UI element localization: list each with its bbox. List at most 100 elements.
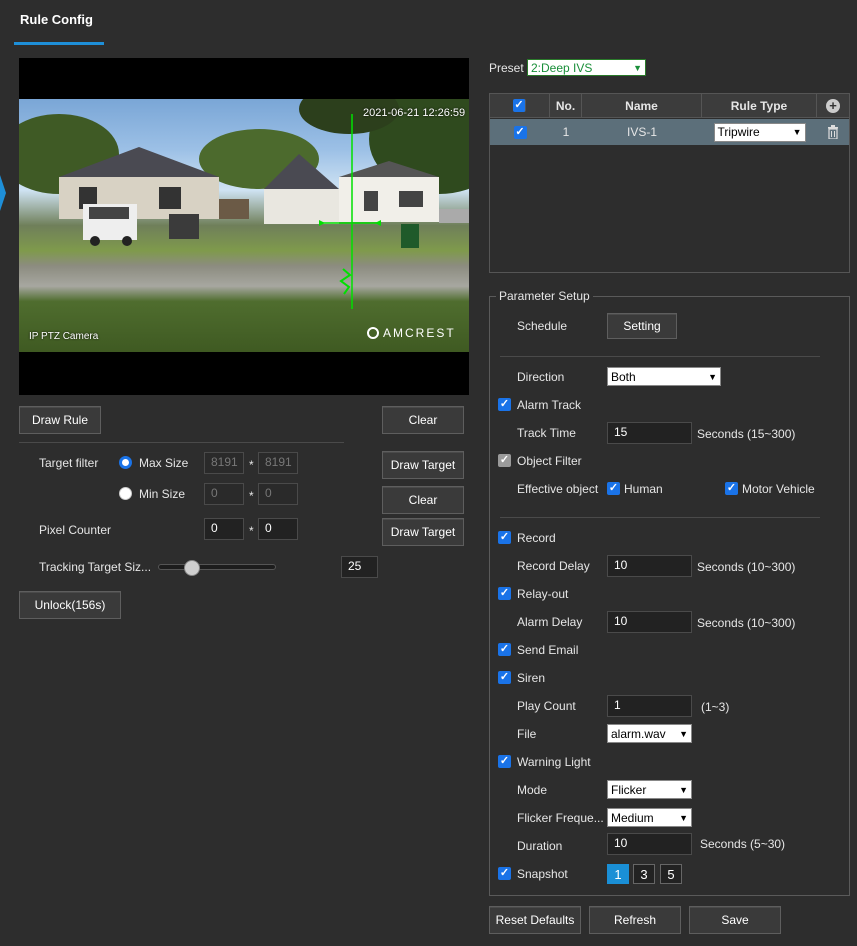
object-filter-label: Object Filter [517,454,582,468]
play-count-hint: (1~3) [701,700,730,714]
save-button[interactable]: Save [689,906,781,934]
parameter-setup-legend: Parameter Setup [496,289,593,303]
sidebar-collapse-arrow[interactable] [0,175,6,211]
warning-light-checkbox[interactable]: ✓ [498,755,511,768]
warning-light-label: Warning Light [517,755,591,769]
row-delete-cell [817,119,849,145]
chevron-down-icon: ▼ [708,371,717,382]
times-sign: * [249,489,254,503]
watermark-text: AMCREST [383,326,456,340]
direction-value: Both [611,369,636,384]
reset-defaults-button[interactable]: Reset Defaults [489,906,581,934]
track-time-label: Track Time [517,426,576,440]
snapshot-option-5[interactable]: 5 [660,864,682,884]
min-size-radio[interactable] [119,487,132,500]
snapshot-option-3[interactable]: 3 [633,864,655,884]
draw-target-button-2[interactable]: Draw Target [382,518,464,546]
duration-input[interactable]: 10 [607,833,692,855]
alarm-track-checkbox[interactable]: ✓ [498,398,511,411]
record-delay-input[interactable]: 10 [607,555,692,577]
snapshot-option-1[interactable]: 1 [607,864,629,884]
slider-handle[interactable] [184,560,200,576]
snapshot-checkbox[interactable]: ✓ [498,867,511,880]
direction-select[interactable]: Both ▼ [607,367,721,386]
times-sign: * [249,524,254,538]
pixel-width-input[interactable]: 0 [204,518,244,540]
preset-select[interactable]: 2:Deep IVS ▼ [527,59,646,76]
record-checkbox[interactable]: ✓ [498,531,511,544]
max-size-label: Max Size [139,456,189,470]
trash-icon[interactable] [827,125,839,139]
draw-target-button[interactable]: Draw Target [382,451,464,479]
relay-out-checkbox[interactable]: ✓ [498,587,511,600]
min-size-label: Min Size [139,487,186,501]
refresh-button[interactable]: Refresh [589,906,681,934]
table-row[interactable]: ✓ 1 IVS-1 Tripwire ▼ [490,119,849,145]
add-rule-icon[interactable]: + [826,98,840,113]
chevron-down-icon: ▼ [792,127,802,137]
tracking-size-input[interactable]: 25 [341,556,378,578]
clear-rule-button[interactable]: Clear [382,406,464,434]
select-all-cell: ✓ [490,94,550,117]
max-width-input[interactable]: 8191 [204,452,244,474]
times-sign: * [249,458,254,472]
snapshot-label: Snapshot [517,867,568,881]
row-checkbox[interactable]: ✓ [513,125,527,139]
chevron-down-icon: ▼ [679,812,688,823]
mode-select[interactable]: Flicker ▼ [607,780,692,799]
table-header: ✓ No. Name Rule Type + [490,94,849,118]
duration-label: Duration [517,839,563,853]
relay-out-label: Relay-out [517,587,569,601]
siren-checkbox[interactable]: ✓ [498,671,511,684]
human-checkbox[interactable]: ✓ [607,482,620,495]
divider [500,356,820,357]
rule-type-value: Tripwire [717,125,760,139]
chevron-down-icon: ▼ [679,728,688,739]
row-no: 1 [562,125,570,139]
track-time-input[interactable]: 15 [607,422,692,444]
rule-type-select[interactable]: Tripwire ▼ [713,122,806,142]
tracking-size-slider[interactable] [158,560,276,576]
motor-vehicle-checkbox[interactable]: ✓ [725,482,738,495]
tab-rule-config[interactable]: Rule Config [20,12,93,27]
pixel-counter-label: Pixel Counter [39,523,112,537]
alarm-delay-label: Alarm Delay [517,615,583,629]
select-all-checkbox[interactable]: ✓ [513,99,526,112]
preset-value: 2:Deep IVS [531,60,593,75]
record-delay-hint: Seconds (10~300) [697,560,796,574]
row-type-cell: Tripwire ▼ [702,119,817,145]
min-width-input[interactable]: 0 [204,483,244,505]
tracking-target-label: Tracking Target Siz... [39,560,152,574]
max-size-radio[interactable] [119,456,132,469]
video-timestamp: 2021-06-21 12:26:59 [363,107,466,119]
pixel-height-input[interactable]: 0 [258,518,298,540]
play-count-label: Play Count [517,699,576,713]
record-delay-label: Record Delay [517,559,590,573]
video-preview[interactable]: 2021-06-21 12:26:59 IP PTZ Camera AMCRES… [19,58,469,395]
header-no: No. [550,94,582,117]
camera-scene: 2021-06-21 12:26:59 IP PTZ Camera AMCRES… [19,99,469,352]
flicker-frequency-select[interactable]: Medium ▼ [607,808,692,827]
chevron-down-icon: ▼ [633,62,642,73]
add-rule-cell: + [817,94,849,117]
rules-table: ✓ No. Name Rule Type + ✓ 1 IVS-1 Tripwir… [489,93,850,273]
chevron-down-icon: ▼ [679,784,688,795]
send-email-checkbox[interactable]: ✓ [498,643,511,656]
flicker-frequency-value: Medium [611,810,654,825]
unlock-button[interactable]: Unlock(156s) [19,591,121,619]
play-count-input[interactable]: 1 [607,695,692,717]
clear-target-button[interactable]: Clear [382,486,464,514]
schedule-setting-button[interactable]: Setting [607,313,677,339]
alarm-delay-hint: Seconds (10~300) [697,616,796,630]
alarm-delay-input[interactable]: 10 [607,611,692,633]
header-name: Name [582,94,702,117]
file-select[interactable]: alarm.wav ▼ [607,724,692,743]
object-filter-checkbox[interactable]: ✓ [498,454,511,467]
row-checkbox-cell: ✓ [490,119,550,145]
max-height-input[interactable]: 8191 [258,452,298,474]
schedule-label: Schedule [517,319,568,333]
amcrest-logo: AMCREST [367,326,456,340]
draw-rule-button[interactable]: Draw Rule [19,406,101,434]
min-height-input[interactable]: 0 [258,483,298,505]
header-rule-type: Rule Type [702,94,817,117]
